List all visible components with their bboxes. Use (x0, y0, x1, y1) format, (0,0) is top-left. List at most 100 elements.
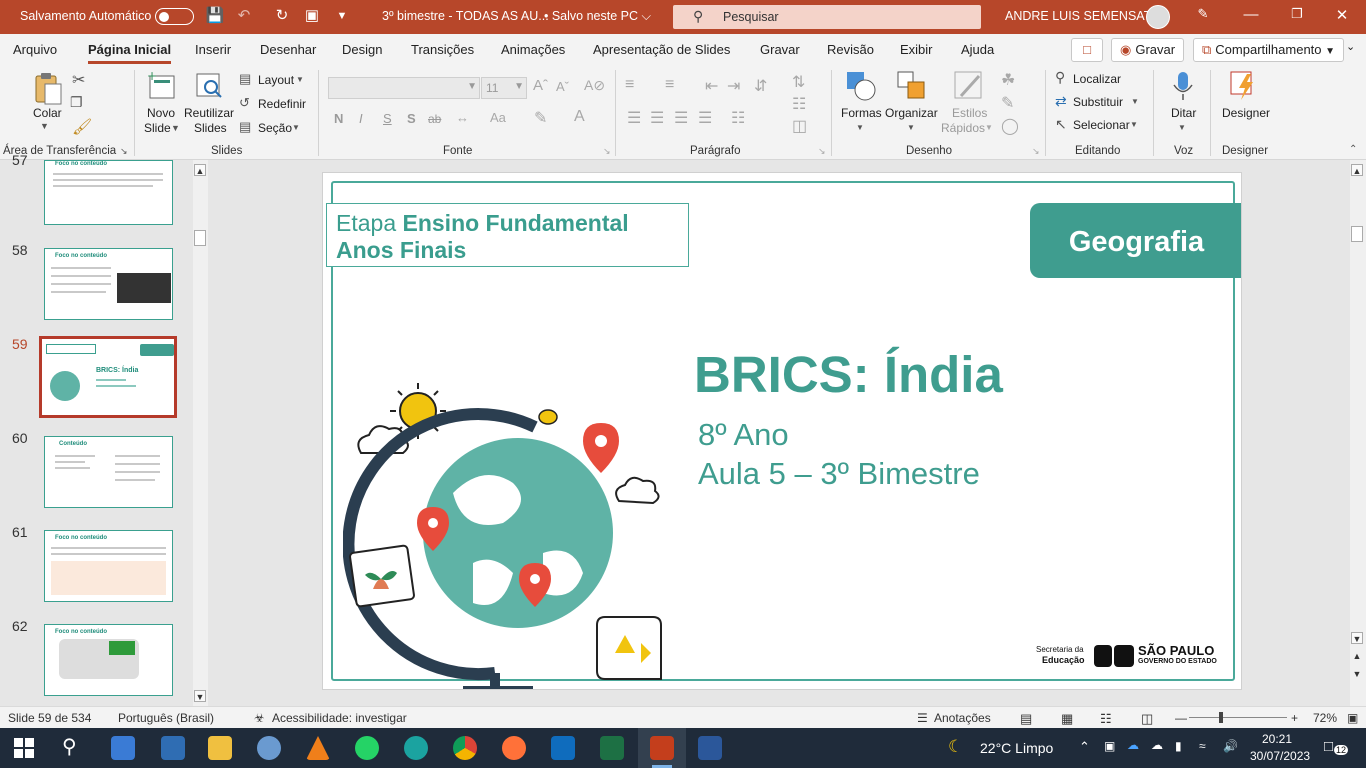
clock-time[interactable]: 20:21 (1262, 732, 1292, 746)
volume-icon[interactable]: 🔊 (1223, 739, 1238, 753)
decrease-font-icon[interactable]: Aˇ (556, 79, 569, 94)
avatar[interactable] (1146, 5, 1170, 29)
minimize-icon[interactable]: — (1241, 6, 1261, 23)
find-button[interactable]: Localizar (1073, 72, 1121, 86)
tab-inserir[interactable]: Inserir (195, 42, 231, 57)
decrease-indent-icon[interactable]: ⇤ (705, 76, 718, 96)
taskbar-search-icon[interactable]: ⚲ (62, 734, 77, 759)
new-slide-label-1[interactable]: Novo (147, 106, 175, 120)
arrange-chevron-icon[interactable]: ▼ (907, 123, 915, 132)
slide-thumbnail-58[interactable]: Foco no conteúdo (44, 248, 173, 320)
slide-scrollbar[interactable]: ▲ ▼ ▲ ▼ (1350, 160, 1366, 706)
drawing-launcher-icon[interactable]: ↘ (1032, 146, 1040, 157)
font-color-icon[interactable]: A (574, 108, 585, 126)
tab-ajuda[interactable]: Ajuda (961, 42, 994, 57)
taskbar-outlook-icon[interactable] (551, 736, 575, 760)
taskbar-powerpoint-icon[interactable] (650, 736, 674, 760)
slide-title[interactable]: BRICS: Índia (694, 345, 1003, 404)
font-size-combo[interactable]: 11 ▼ (481, 77, 527, 99)
tab-design[interactable]: Design (342, 42, 382, 57)
reuse-slides-label-1[interactable]: Reutilizar (184, 106, 234, 120)
taskbar-explorer-icon[interactable] (208, 736, 232, 760)
clear-format-icon[interactable]: A⊘ (584, 77, 605, 94)
quick-styles-label-2[interactable]: Rápidos (941, 121, 985, 135)
slide-thumbnail-60[interactable]: Conteúdo (44, 436, 173, 508)
italic-button[interactable]: I (359, 111, 363, 126)
clock-date[interactable]: 30/07/2023 (1250, 749, 1310, 763)
pen-icon[interactable]: ✎ (1193, 6, 1213, 22)
fit-slide-icon[interactable]: ▣ (1347, 711, 1358, 725)
tab-arquivo[interactable]: Arquivo (13, 42, 57, 57)
change-case-icon[interactable]: Aa (490, 110, 506, 125)
select-button[interactable]: Selecionar (1073, 118, 1130, 132)
dictate-chevron-icon[interactable]: ▼ (1178, 123, 1186, 132)
tab-transicoes[interactable]: Transições (411, 42, 474, 57)
ribbon-collapse-chevron-icon[interactable]: ⌄ (1346, 40, 1355, 53)
shape-effects-icon[interactable]: ◯ (1001, 116, 1019, 136)
windows-start-icon[interactable] (12, 736, 36, 760)
slide-subtitle-grade[interactable]: 8º Ano (698, 417, 789, 453)
strikethrough-button[interactable]: ab (428, 112, 441, 126)
paste-label[interactable]: Colar (33, 106, 62, 120)
increase-indent-icon[interactable]: ⇥ (727, 76, 740, 96)
taskbar-whatsapp-icon[interactable] (355, 736, 379, 760)
save-icon[interactable]: 💾 (205, 6, 225, 26)
next-slide-icon[interactable]: ▼ (1351, 668, 1363, 680)
align-text-icon[interactable]: ☷ (792, 94, 806, 114)
columns-icon[interactable]: ☷ (731, 108, 745, 128)
scroll-down-icon[interactable]: ▼ (194, 690, 206, 702)
record-button[interactable]: ◉ Gravar (1111, 38, 1185, 62)
align-right-icon[interactable]: ☰ (674, 108, 688, 128)
reset-button[interactable]: Redefinir (258, 97, 306, 111)
normal-view-icon[interactable]: ▤ (1020, 711, 1032, 727)
font-launcher-icon[interactable]: ↘ (603, 146, 611, 157)
text-direction-icon[interactable]: ⇅ (792, 72, 805, 92)
zoom-level[interactable]: 72% (1313, 711, 1337, 725)
align-left-icon[interactable]: ☰ (627, 108, 641, 128)
zoom-slider[interactable] (1189, 717, 1287, 718)
etapa-box[interactable]: Etapa Ensino Fundamental Anos Finais (326, 203, 689, 267)
comments-button[interactable]: □ (1071, 38, 1103, 62)
slide-thumbnail-59[interactable]: BRICS: Índia (39, 336, 177, 418)
tab-animacoes[interactable]: Animações (501, 42, 565, 57)
zoom-in-icon[interactable]: + (1291, 711, 1298, 725)
underline-button[interactable]: S (383, 111, 392, 126)
taskbar-excel-icon[interactable] (600, 736, 624, 760)
taskbar-meet-icon[interactable] (161, 736, 185, 760)
current-slide[interactable]: Etapa Ensino Fundamental Anos Finais Geo… (322, 172, 1242, 690)
shapes-chevron-icon[interactable]: ▼ (856, 123, 864, 132)
layout-button[interactable]: Layout (258, 73, 294, 87)
slides-panel-scrollbar[interactable]: ▲ ▼ (193, 160, 208, 706)
notifications-icon[interactable]: □ (1324, 738, 1333, 755)
weather-text[interactable]: 22°C Limpo (980, 740, 1053, 756)
increase-font-icon[interactable]: Aˆ (533, 77, 548, 94)
scroll-down-icon[interactable]: ▼ (1351, 632, 1363, 644)
previous-slide-icon[interactable]: ▲ (1351, 650, 1363, 662)
taskbar-firefox-icon[interactable] (502, 736, 526, 760)
highlight-icon[interactable]: ✎ (534, 108, 547, 128)
taskbar-edge-icon[interactable] (404, 736, 428, 760)
taskbar-vlc-icon[interactable] (306, 736, 330, 760)
language-indicator[interactable]: Português (Brasil) (118, 711, 214, 725)
bold-button[interactable]: N (334, 111, 343, 126)
dictate-button[interactable]: Ditar (1171, 106, 1196, 120)
new-slide-chevron-icon[interactable]: ▼ (171, 123, 180, 133)
align-center-icon[interactable]: ☰ (650, 108, 664, 128)
tab-revisao[interactable]: Revisão (827, 42, 874, 57)
wifi-icon[interactable]: ≈ (1199, 739, 1206, 753)
close-icon[interactable]: ✕ (1332, 6, 1352, 24)
section-chevron-icon[interactable]: ▼ (292, 123, 300, 132)
scroll-up-icon[interactable]: ▲ (194, 164, 206, 176)
undo-icon[interactable]: ↶ (234, 6, 254, 26)
scroll-up-icon[interactable]: ▲ (1351, 164, 1363, 176)
shapes-button[interactable]: Formas (841, 106, 882, 120)
clipboard-launcher-icon[interactable]: ↘ (120, 146, 128, 157)
user-name[interactable]: ANDRE LUIS SEMENSATO (1005, 9, 1161, 23)
tab-pagina-inicial[interactable]: Página Inicial (88, 42, 172, 64)
onedrive-personal-icon[interactable]: ☁ (1151, 738, 1163, 752)
replace-chevron-icon[interactable]: ▼ (1131, 97, 1139, 106)
tray-chevron-up-icon[interactable]: ⌃ (1079, 739, 1090, 755)
slide-thumbnail-57[interactable]: Foco no conteúdo (44, 160, 173, 225)
tab-desenhar[interactable]: Desenhar (260, 42, 316, 57)
slide-thumbnail-61[interactable]: Foco no conteúdo (44, 530, 173, 602)
